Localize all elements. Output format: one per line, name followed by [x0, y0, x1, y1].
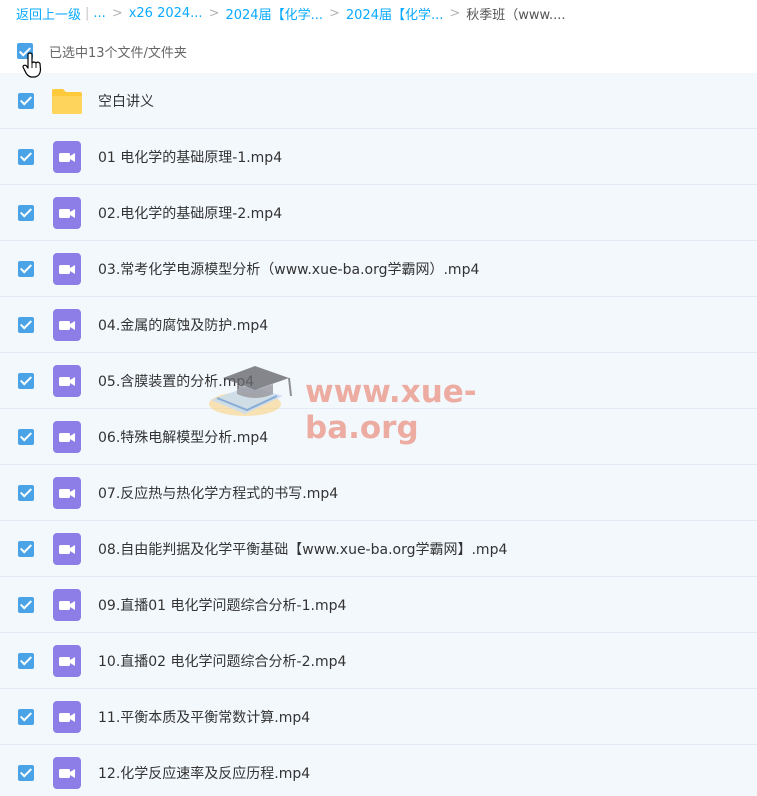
breadcrumb-item[interactable]: 2024届【化学...: [346, 4, 443, 23]
file-name[interactable]: 01 电化学的基础原理-1.mp4: [98, 147, 282, 167]
file-checkbox[interactable]: [18, 428, 34, 445]
file-name[interactable]: 08.自由能判据及化学平衡基础【www.xue-ba.org学霸网】.mp4: [98, 539, 507, 559]
video-file-icon: [51, 140, 83, 173]
file-row[interactable]: 02.电化学的基础原理-2.mp4: [0, 185, 757, 241]
file-name[interactable]: 04.金属的腐蚀及防护.mp4: [98, 315, 268, 335]
file-row[interactable]: 10.直播02 电化学问题综合分析-2.mp4: [0, 633, 757, 689]
video-file-icon: [51, 756, 83, 789]
breadcrumb-item[interactable]: 2024届【化学...: [225, 4, 322, 23]
video-file-icon: [51, 308, 83, 341]
folder-icon: [51, 85, 83, 117]
selection-header: 已选中13个文件/文件夹: [0, 30, 757, 72]
breadcrumb-separator: >: [208, 5, 220, 21]
file-checkbox[interactable]: [18, 652, 34, 669]
breadcrumb-current: 秋季班（www....: [466, 7, 566, 23]
file-name[interactable]: 06.特殊电解模型分析.mp4: [98, 427, 268, 447]
breadcrumb-ellipsis[interactable]: ...: [93, 6, 105, 21]
file-row[interactable]: 06.特殊电解模型分析.mp4: [0, 409, 757, 465]
video-file-icon: [51, 252, 83, 285]
file-row[interactable]: 03.常考化学电源模型分析（www.xue-ba.org学霸网）.mp4: [0, 241, 757, 297]
file-name[interactable]: 09.直播01 电化学问题综合分析-1.mp4: [98, 595, 346, 615]
file-row[interactable]: 01 电化学的基础原理-1.mp4: [0, 129, 757, 185]
file-row[interactable]: 05.含膜装置的分析.mp4: [0, 353, 757, 409]
file-checkbox[interactable]: [18, 596, 34, 613]
file-name[interactable]: 12.化学反应速率及反应历程.mp4: [98, 763, 310, 783]
video-file-icon: [51, 476, 83, 509]
file-list: 空白讲义 01 电化学的基础原理-1.mp4 02.电化学的基础原理-2.mp4 03…: [0, 73, 757, 796]
file-row[interactable]: 空白讲义: [0, 73, 757, 129]
video-file-icon: [51, 644, 83, 677]
select-all-checkbox[interactable]: [17, 43, 33, 59]
file-name[interactable]: 11.平衡本质及平衡常数计算.mp4: [98, 707, 310, 727]
file-row[interactable]: 11.平衡本质及平衡常数计算.mp4: [0, 689, 757, 745]
video-file-icon: [51, 532, 83, 565]
file-name[interactable]: 03.常考化学电源模型分析（www.xue-ba.org学霸网）.mp4: [98, 259, 479, 279]
file-checkbox[interactable]: [18, 316, 34, 333]
back-link[interactable]: 返回上一级: [16, 4, 81, 23]
file-name[interactable]: 07.反应热与热化学方程式的书写.mp4: [98, 483, 338, 503]
file-checkbox[interactable]: [18, 540, 34, 557]
video-file-icon: [51, 588, 83, 621]
video-file-icon: [51, 364, 83, 397]
file-checkbox[interactable]: [18, 204, 34, 221]
file-row[interactable]: 12.化学反应速率及反应历程.mp4: [0, 745, 757, 796]
file-checkbox[interactable]: [18, 372, 34, 389]
video-file-icon: [51, 196, 83, 229]
file-name[interactable]: 10.直播02 电化学问题综合分析-2.mp4: [98, 651, 346, 671]
file-row[interactable]: 09.直播01 电化学问题综合分析-1.mp4: [0, 577, 757, 633]
file-name[interactable]: 05.含膜装置的分析.mp4: [98, 371, 254, 391]
breadcrumb-separator: >: [328, 5, 340, 21]
file-checkbox[interactable]: [18, 708, 34, 725]
breadcrumb-item[interactable]: x26 2024...: [129, 6, 203, 21]
file-checkbox[interactable]: [18, 148, 34, 165]
file-name[interactable]: 空白讲义: [98, 91, 154, 111]
selection-count: 已选中13个文件/文件夹: [49, 45, 187, 61]
file-checkbox[interactable]: [18, 484, 34, 501]
breadcrumb-divider: |: [85, 5, 90, 21]
file-row[interactable]: 08.自由能判据及化学平衡基础【www.xue-ba.org学霸网】.mp4: [0, 521, 757, 577]
video-file-icon: [51, 700, 83, 733]
file-checkbox[interactable]: [18, 260, 34, 277]
breadcrumb: 返回上一级 | ... > x26 2024... > 2024届【化学... …: [0, 0, 757, 26]
file-row[interactable]: 07.反应热与热化学方程式的书写.mp4: [0, 465, 757, 521]
video-file-icon: [51, 420, 83, 453]
file-browser: 返回上一级 | ... > x26 2024... > 2024届【化学... …: [0, 0, 757, 796]
breadcrumb-separator: >: [111, 5, 123, 21]
file-name[interactable]: 02.电化学的基础原理-2.mp4: [98, 203, 282, 223]
breadcrumb-separator: >: [449, 5, 461, 21]
file-checkbox[interactable]: [18, 764, 34, 781]
file-checkbox[interactable]: [18, 92, 34, 109]
file-row[interactable]: 04.金属的腐蚀及防护.mp4: [0, 297, 757, 353]
